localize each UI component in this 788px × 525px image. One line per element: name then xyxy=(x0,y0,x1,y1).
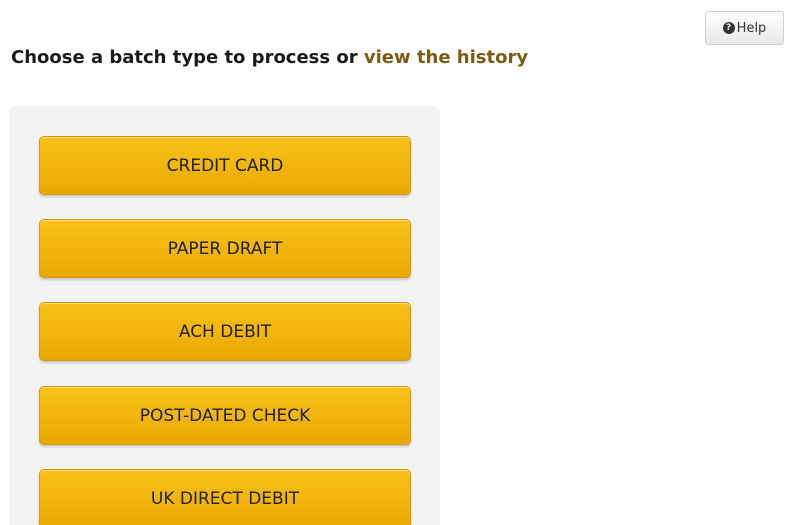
batch-type-panel: CREDIT CARD PAPER DRAFT ACH DEBIT POST-D… xyxy=(9,106,440,525)
question-circle-icon: ? xyxy=(722,22,735,34)
help-label: Help xyxy=(736,20,767,36)
credit-card-button[interactable]: CREDIT CARD xyxy=(39,136,411,195)
page-title-text: Choose a batch type to process or xyxy=(11,47,364,68)
page-title: Choose a batch type to process or view t… xyxy=(11,47,528,68)
paper-draft-button[interactable]: PAPER DRAFT xyxy=(39,219,411,278)
post-dated-check-button[interactable]: POST-DATED CHECK xyxy=(39,386,411,445)
view-history-link[interactable]: view the history xyxy=(364,47,528,68)
batch-type-page: ? Help Choose a batch type to process or… xyxy=(0,0,788,525)
ach-debit-button[interactable]: ACH DEBIT xyxy=(39,302,411,361)
help-button[interactable]: ? Help xyxy=(705,11,784,45)
uk-direct-debit-button[interactable]: UK DIRECT DEBIT xyxy=(39,469,411,525)
